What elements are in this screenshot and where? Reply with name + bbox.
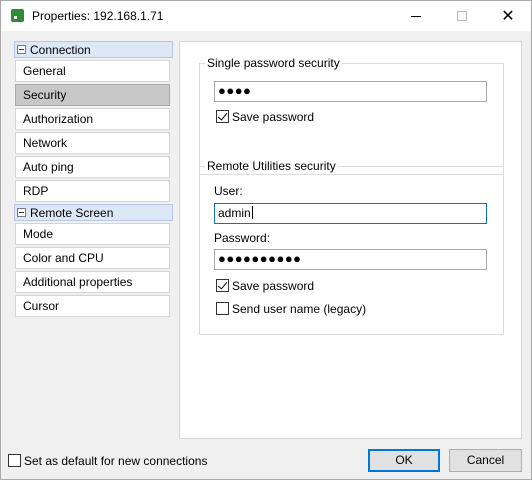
collapse-icon[interactable] bbox=[17, 208, 26, 217]
sidebar-item-cursor[interactable]: Cursor bbox=[15, 295, 170, 317]
group-label: Connection bbox=[30, 42, 91, 57]
ru-save-password-label[interactable]: Save password bbox=[232, 279, 314, 293]
sidebar-item-general[interactable]: General bbox=[15, 60, 170, 82]
group-remote-screen[interactable]: Remote Screen bbox=[14, 204, 173, 221]
user-value: admin bbox=[218, 206, 251, 220]
maximize-icon bbox=[457, 11, 467, 21]
single-password-input[interactable]: ●●●● bbox=[214, 81, 487, 102]
send-user-name-checkbox[interactable] bbox=[216, 302, 229, 315]
close-icon: ✕ bbox=[501, 8, 515, 25]
set-default-label[interactable]: Set as default for new connections bbox=[24, 454, 207, 468]
title-bar[interactable]: Properties: 192.168.1.71 ✕ bbox=[1, 1, 531, 31]
window-title: Properties: 192.168.1.71 bbox=[32, 9, 164, 23]
send-user-name-label[interactable]: Send user name (legacy) bbox=[232, 302, 366, 316]
remote-utilities-legend: Remote Utilities security bbox=[205, 159, 338, 173]
password-input[interactable]: ●●●●●●●●●● bbox=[214, 249, 487, 270]
single-save-password-label[interactable]: Save password bbox=[232, 110, 314, 124]
user-label: User: bbox=[214, 184, 243, 198]
maximize-button bbox=[439, 1, 485, 31]
ok-button[interactable]: OK bbox=[368, 449, 440, 472]
properties-window: Properties: 192.168.1.71 ✕ Connection Ge… bbox=[0, 0, 532, 480]
user-input[interactable]: admin bbox=[214, 203, 487, 224]
sidebar-item-rdp[interactable]: RDP bbox=[15, 180, 170, 202]
single-save-password-checkbox[interactable] bbox=[216, 110, 229, 123]
sidebar-item-security[interactable]: Security bbox=[15, 84, 170, 106]
sidebar-item-additional-properties[interactable]: Additional properties bbox=[15, 271, 170, 293]
password-label: Password: bbox=[214, 231, 271, 245]
sidebar-item-network[interactable]: Network bbox=[15, 132, 170, 154]
remote-utilities-group: Remote Utilities security User: admin Pa… bbox=[199, 159, 504, 335]
close-button[interactable]: ✕ bbox=[485, 1, 531, 31]
ru-save-password-checkbox[interactable] bbox=[216, 279, 229, 292]
sidebar-item-auto-ping[interactable]: Auto ping bbox=[15, 156, 170, 178]
group-label: Remote Screen bbox=[30, 205, 114, 220]
security-panel: Single password security ●●●● Save passw… bbox=[179, 41, 522, 439]
cancel-button[interactable]: Cancel bbox=[449, 449, 522, 472]
sidebar-item-color-cpu[interactable]: Color and CPU bbox=[15, 247, 170, 269]
text-caret bbox=[251, 206, 253, 219]
minimize-button[interactable] bbox=[393, 1, 439, 31]
single-password-legend: Single password security bbox=[205, 56, 342, 70]
sidebar-item-authorization[interactable]: Authorization bbox=[15, 108, 170, 130]
app-icon bbox=[11, 9, 24, 22]
minimize-icon bbox=[411, 15, 421, 17]
set-default-checkbox[interactable] bbox=[8, 454, 21, 467]
group-connection[interactable]: Connection bbox=[14, 41, 173, 58]
sidebar-item-mode[interactable]: Mode bbox=[15, 223, 170, 245]
collapse-icon[interactable] bbox=[17, 45, 26, 54]
